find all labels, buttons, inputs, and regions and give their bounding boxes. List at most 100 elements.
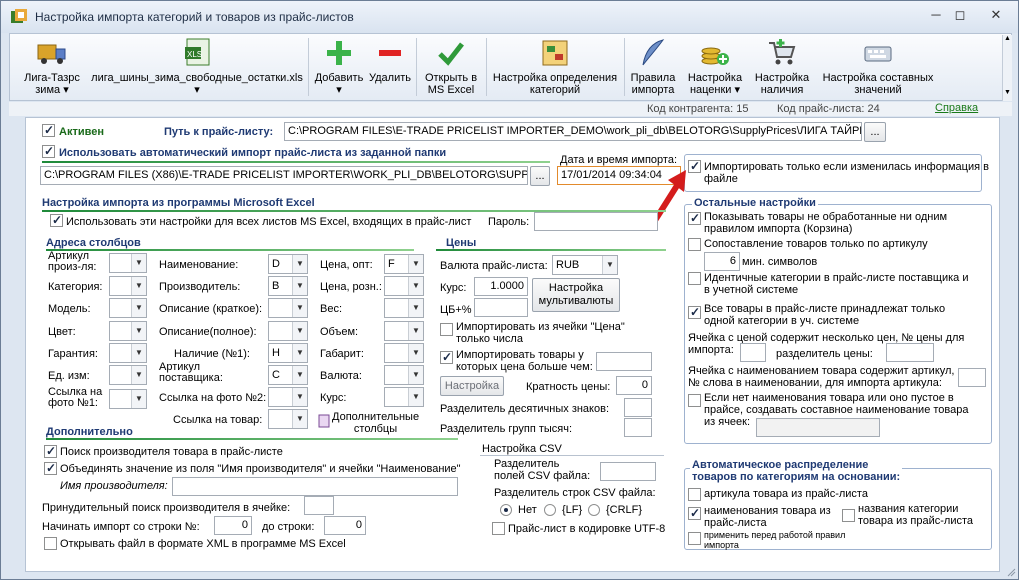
price-sep-input[interactable] [886,343,934,362]
start-row-input[interactable]: 0 [214,516,252,535]
short-description-select[interactable]: ▼ [268,298,308,318]
photo2-select[interactable]: ▼ [268,387,308,407]
thousand-sep-input[interactable] [624,418,652,437]
scroll-down-icon[interactable]: ▼ [1004,89,1011,96]
multicurrency-button[interactable]: Настройка мультивалюты [532,278,620,312]
merge-label: Объединять значение из поля "Имя произво… [60,463,461,475]
article-word-input[interactable] [958,368,986,387]
utf8-label: Прайс-лист в кодировке UTF-8 [508,523,666,535]
utf8-checkbox[interactable] [492,522,505,535]
markup-settings-button[interactable]: Настройка наценки ▾ [682,34,748,100]
maximize-button[interactable]: ◻ [949,7,971,23]
by-article-checkbox[interactable] [688,488,701,501]
apply-rules-checkbox[interactable] [688,532,701,545]
name-select[interactable]: D ▼ [268,254,308,274]
price-gt-input[interactable] [596,352,652,371]
wholesale-price-select[interactable]: F ▼ [384,254,424,274]
add-button[interactable]: Добавить ▾ [310,34,368,100]
full-description-select[interactable]: ▼ [268,321,308,341]
retail-price-select[interactable]: ▼ [384,276,424,296]
decimal-sep-input[interactable] [624,398,652,417]
vendor-select[interactable]: B ▼ [268,276,308,296]
search-vendor-checkbox[interactable] [44,444,57,458]
row-sep-none-radio[interactable] [500,504,512,516]
resize-grip-icon[interactable] [1006,567,1016,577]
weight-select[interactable]: ▼ [384,298,424,318]
field-sep-input[interactable] [600,462,656,481]
availability-select[interactable]: H ▼ [268,343,308,363]
other-settings-title: Остальные настройки [692,197,818,209]
browse-folder-button[interactable]: ... [530,166,550,186]
toolbar-file-button[interactable]: XLS лига_шины_зима_свободные_остатки.xls… [86,34,308,100]
retail-price-label: Цена, розн.: [320,281,382,293]
vendor-name-input[interactable] [172,477,458,496]
compose-name-input[interactable] [756,418,880,437]
min-chars-input[interactable]: 6 [704,252,740,271]
to-row-input[interactable]: 0 [324,516,366,535]
extra-columns-link[interactable]: Дополнительные столбцы [332,411,419,435]
help-link[interactable]: Справка [935,102,978,114]
import-rules-button[interactable]: Правила импорта [624,34,682,100]
by-category-names-checkbox[interactable] [842,509,855,522]
identical-categories-checkbox[interactable] [688,272,701,285]
merge-checkbox[interactable] [44,461,57,475]
toolbar-label: Настройка наценки ▾ [687,72,743,96]
dimensions-select[interactable]: ▼ [384,343,424,363]
by-name-label: наименования товара из прайс-листа [704,505,831,529]
model-select[interactable]: ▼ [109,298,147,318]
show-unprocessed-checkbox[interactable] [688,211,701,225]
by-name-checkbox[interactable] [688,506,701,520]
toolbar-supplier-button[interactable]: Лига-Тазрс зима ▾ [16,34,88,100]
currency-col-select[interactable]: ▼ [384,365,424,385]
truck-icon [37,44,66,64]
use-all-sheets-checkbox[interactable] [50,213,63,227]
browse-path-button[interactable]: ... [864,122,886,142]
pricelist-code: Код прайс-листа: 24 [777,103,880,115]
volume-label: Объем: [320,326,359,338]
close-button[interactable]: ✕ [985,7,1007,23]
supplier-article-select[interactable]: C ▼ [268,365,308,385]
forced-search-input[interactable] [304,496,334,515]
settings-button[interactable]: Настройка [440,376,504,396]
row-sep-crlf-radio[interactable] [588,504,600,516]
warranty-select[interactable]: ▼ [109,343,147,363]
password-input[interactable] [534,212,658,231]
unit-select[interactable]: ▼ [109,365,147,385]
folder-input[interactable]: C:\PROGRAM FILES (X86)\E-TRADE PRICELIST… [40,166,528,185]
article-select[interactable]: ▼ [109,253,147,273]
toolbar-scrollbar[interactable]: ▲ ▼ [1002,35,1012,101]
vendor-label: Производитель: [159,281,241,293]
product-link-select[interactable]: ▼ [268,409,308,429]
minimize-button[interactable]: ─ [925,7,947,23]
cb-pct-input[interactable] [474,298,528,317]
all-goods-checkbox[interactable] [688,305,701,319]
match-by-article-checkbox[interactable] [688,238,701,251]
import-price-gt-checkbox[interactable] [440,350,453,364]
rate-input[interactable]: 1.0000 [474,277,528,296]
currency-select[interactable]: RUB ▼ [552,255,618,275]
import-price-cell-checkbox[interactable] [440,323,453,336]
price-multiplicity-input[interactable]: 0 [616,376,652,395]
availability-settings-button[interactable]: Настройка наличия [748,34,816,100]
row-sep-lf-radio[interactable] [544,504,556,516]
category-settings-button[interactable]: Настройка определения категорий [486,34,624,100]
active-checkbox[interactable] [42,123,55,137]
open-excel-button[interactable]: Открыть в MS Excel [418,34,484,100]
rate-col-select[interactable]: ▼ [384,387,424,407]
category-select[interactable]: ▼ [109,276,147,296]
open-xml-checkbox[interactable] [44,537,57,550]
price-number-input[interactable] [740,343,766,362]
auto-import-checkbox[interactable] [42,144,55,158]
scroll-up-icon[interactable]: ▲ [1004,35,1011,42]
chevron-down-icon: ▼ [408,344,423,362]
volume-select[interactable]: ▼ [384,321,424,341]
extra-columns-icon [318,414,330,428]
color-select[interactable]: ▼ [109,321,147,341]
photo1-select[interactable]: ▼ [109,389,147,409]
path-input[interactable]: C:\PROGRAM FILES\E-TRADE PRICELIST IMPOR… [284,122,862,141]
delete-button[interactable]: Удалить [366,34,414,100]
decimal-sep-label: Разделитель десятичных знаков: [440,403,610,415]
compose-name-checkbox[interactable] [688,394,701,407]
composite-values-button[interactable]: Настройка составных значений [816,34,940,100]
cb-pct-label: ЦБ+% [440,304,472,316]
